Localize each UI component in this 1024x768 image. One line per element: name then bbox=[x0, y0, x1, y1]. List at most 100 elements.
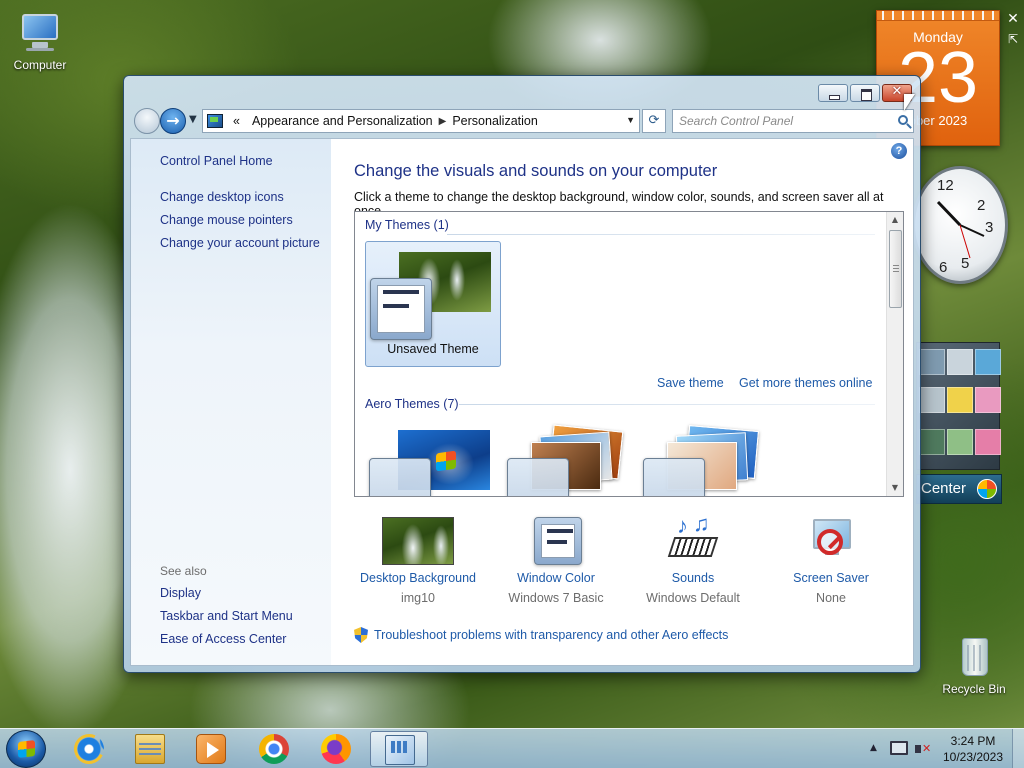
clock-face: 12 2 3 5 6 bbox=[912, 166, 1008, 284]
title-bar[interactable]: ✕ bbox=[124, 76, 920, 108]
back-button[interactable] bbox=[134, 108, 160, 134]
computer-icon bbox=[18, 10, 62, 54]
calendar-rings bbox=[877, 11, 999, 21]
refresh-icon: ⟳ bbox=[648, 113, 660, 128]
address-bar[interactable]: « Appearance and Personalization ▶ Perso… bbox=[202, 109, 640, 133]
window-color-swatch bbox=[643, 458, 705, 496]
forward-button[interactable]: → bbox=[160, 108, 186, 134]
search-input[interactable]: Search Control Panel bbox=[672, 109, 914, 133]
save-theme-link[interactable]: Save theme bbox=[657, 376, 724, 390]
see-also-heading: See also bbox=[160, 564, 207, 578]
shield-icon bbox=[354, 627, 368, 643]
breadcrumb-appearance[interactable]: Appearance and Personalization bbox=[246, 114, 439, 128]
search-placeholder: Search Control Panel bbox=[679, 114, 794, 128]
gadget-close-icon[interactable]: ✕ bbox=[1004, 10, 1022, 28]
breadcrumb-personalization[interactable]: Personalization bbox=[446, 114, 543, 128]
desktop-icon-computer[interactable]: Computer bbox=[0, 10, 80, 72]
window-color-swatch bbox=[369, 458, 431, 496]
search-icon[interactable] bbox=[898, 115, 908, 125]
clock-date: 10/23/2023 bbox=[942, 750, 1004, 764]
refresh-button[interactable]: ⟳ bbox=[642, 109, 666, 133]
get-more-themes-link[interactable]: Get more themes online bbox=[739, 376, 872, 390]
volume-muted-icon[interactable] bbox=[915, 741, 933, 757]
change-mouse-pointers-link[interactable]: Change mouse pointers bbox=[160, 213, 293, 227]
sounds-value: Windows Default bbox=[646, 591, 740, 605]
breadcrumb-chevron-icon[interactable]: ▶ bbox=[439, 116, 447, 127]
show-hidden-icons-button[interactable]: ▲ bbox=[870, 743, 877, 753]
media-center-gadget[interactable]: Center bbox=[916, 474, 1002, 504]
taskbar-chrome[interactable] bbox=[245, 731, 303, 767]
address-dropdown-icon[interactable]: ▼ bbox=[626, 115, 635, 125]
windows-logo-icon bbox=[977, 479, 997, 499]
gadget-expand-icon[interactable]: ⇱ bbox=[1004, 30, 1022, 48]
main-pane: ? Change the visuals and sounds on your … bbox=[331, 139, 913, 665]
control-panel-home-link[interactable]: Control Panel Home bbox=[160, 154, 273, 168]
themes-list[interactable]: My Themes (1) Unsaved Theme Save theme G… bbox=[354, 211, 904, 497]
recent-pages-dropdown-icon[interactable]: ▼ bbox=[189, 114, 197, 125]
left-pane: Control Panel Home Change desktop icons … bbox=[131, 139, 331, 665]
troubleshoot-row[interactable]: Troubleshoot problems with transparency … bbox=[354, 627, 728, 643]
address-overflow[interactable]: « bbox=[227, 114, 246, 128]
recycle-bin-icon bbox=[952, 634, 996, 678]
window-color-swatch bbox=[370, 278, 432, 340]
navigation-bar: → ▼ « Appearance and Personalization ▶ P… bbox=[130, 108, 914, 134]
aero-themes-header[interactable]: Aero Themes (7) bbox=[365, 397, 459, 411]
sounds-label[interactable]: Sounds bbox=[623, 571, 763, 585]
taskbar-media-player[interactable] bbox=[182, 731, 240, 767]
maximize-button[interactable] bbox=[850, 84, 880, 102]
system-clock[interactable]: 3:24 PM 10/23/2023 bbox=[940, 733, 1006, 765]
taskbar-control-panel[interactable] bbox=[370, 731, 428, 767]
help-icon[interactable]: ? bbox=[891, 143, 907, 159]
screen-saver-label[interactable]: Screen Saver bbox=[761, 571, 901, 585]
taskbar-start-menu-link[interactable]: Taskbar and Start Menu bbox=[160, 609, 293, 623]
theme-architecture[interactable] bbox=[505, 422, 641, 496]
screen-saver-icon bbox=[795, 517, 867, 565]
network-icon[interactable] bbox=[890, 741, 908, 755]
start-button[interactable] bbox=[6, 730, 46, 768]
theme-characters[interactable] bbox=[641, 422, 777, 496]
ease-of-access-link[interactable]: Ease of Access Center bbox=[160, 632, 286, 646]
minimize-button[interactable] bbox=[818, 84, 848, 102]
clock-time: 3:24 PM bbox=[950, 734, 996, 748]
internet-explorer-icon bbox=[69, 729, 109, 768]
scroll-down-icon[interactable]: ▼ bbox=[887, 480, 903, 496]
desktop-icon-recycle-bin[interactable]: Recycle Bin bbox=[934, 634, 1014, 696]
taskbar-firefox[interactable] bbox=[307, 731, 365, 767]
desktop-background-value: img10 bbox=[400, 591, 436, 605]
window-color-swatch bbox=[507, 458, 569, 496]
mouse-pointer-icon bbox=[904, 94, 915, 111]
screen-saver-setting[interactable]: Screen Saver None bbox=[761, 517, 901, 605]
page-title: Change the visuals and sounds on your co… bbox=[354, 162, 718, 180]
troubleshoot-link[interactable]: Troubleshoot problems with transparency … bbox=[374, 628, 728, 642]
themes-scrollbar[interactable]: ▲ ▼ bbox=[886, 212, 903, 496]
sounds-setting[interactable]: ♪ ♫ Sounds Windows Default bbox=[623, 511, 763, 605]
theme-unsaved[interactable]: Unsaved Theme bbox=[365, 241, 501, 367]
change-account-picture-link[interactable]: Change your account picture bbox=[160, 236, 320, 250]
desktop-background-label[interactable]: Desktop Background bbox=[348, 571, 488, 585]
taskbar-internet-explorer[interactable] bbox=[60, 729, 118, 768]
desktop-icon-label: Computer bbox=[13, 58, 67, 72]
personalization-window: ✕ → ▼ « Appearance and Personalization ▶… bbox=[123, 75, 921, 673]
my-themes-header[interactable]: My Themes (1) bbox=[365, 218, 449, 232]
taskbar: ▲ 3:24 PM 10/23/2023 bbox=[0, 728, 1024, 768]
sounds-icon: ♪ ♫ bbox=[657, 511, 729, 565]
media-gadget[interactable] bbox=[916, 342, 1001, 470]
file-explorer-icon bbox=[135, 734, 165, 764]
show-desktop-button[interactable] bbox=[1012, 729, 1024, 768]
change-desktop-icons-link[interactable]: Change desktop icons bbox=[160, 190, 284, 204]
screen-saver-value: None bbox=[816, 591, 846, 605]
scroll-thumb[interactable] bbox=[889, 230, 902, 308]
chrome-icon bbox=[259, 734, 289, 764]
content-area: Control Panel Home Change desktop icons … bbox=[130, 138, 914, 666]
control-panel-icon bbox=[207, 114, 223, 128]
media-player-icon bbox=[196, 734, 226, 764]
window-color-setting[interactable]: Window Color Windows 7 Basic bbox=[486, 517, 626, 605]
window-color-icon bbox=[520, 517, 592, 565]
display-link[interactable]: Display bbox=[160, 586, 201, 600]
scroll-up-icon[interactable]: ▲ bbox=[887, 212, 903, 228]
taskbar-file-explorer[interactable] bbox=[121, 731, 179, 767]
theme-windows-7[interactable] bbox=[365, 422, 501, 496]
window-color-label[interactable]: Window Color bbox=[486, 571, 626, 585]
media-center-label: Center bbox=[921, 480, 967, 497]
desktop-background-setting[interactable]: Desktop Background img10 bbox=[348, 517, 488, 605]
